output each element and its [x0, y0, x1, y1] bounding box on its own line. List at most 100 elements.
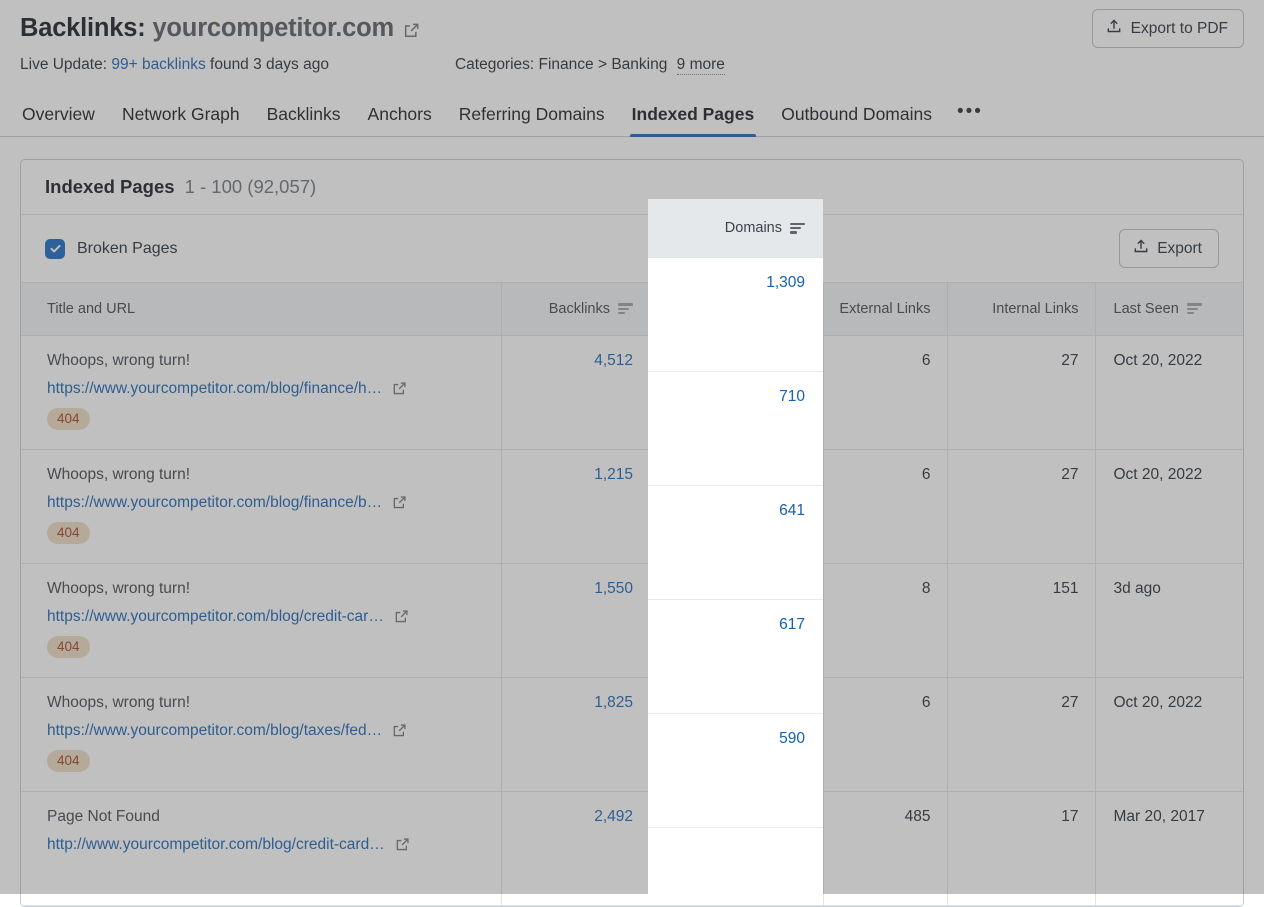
row-url-link[interactable]: https://www.yourcompetitor.com/blog/fina…	[47, 380, 382, 398]
row-url-link[interactable]: https://www.yourcompetitor.com/blog/cred…	[47, 608, 384, 626]
sort-icon[interactable]	[790, 223, 805, 234]
row-page-title: Whoops, wrong turn!	[47, 580, 485, 598]
external-link-icon[interactable]	[392, 495, 407, 510]
export-button[interactable]: Export	[1119, 229, 1219, 268]
cell-external-links: 6	[823, 677, 947, 791]
card-title: Indexed Pages	[45, 176, 175, 198]
cell-backlinks[interactable]: 1,215	[501, 449, 647, 563]
column-label: Last Seen	[1114, 301, 1179, 317]
row-url-link[interactable]: https://www.yourcompetitor.com/blog/fina…	[47, 494, 382, 512]
row-page-title: Whoops, wrong turn!	[47, 352, 485, 370]
cell-backlinks[interactable]: 1,825	[501, 677, 647, 791]
cell-internal-links: 27	[947, 677, 1095, 791]
external-link-icon[interactable]	[394, 609, 409, 624]
cell-internal-links: 151	[947, 563, 1095, 677]
app-root: Backlinks: yourcompetitor.com Live Updat…	[0, 0, 1264, 894]
status-badge: 404	[47, 408, 90, 430]
categories: Categories: Finance > Banking 9 more	[455, 56, 725, 74]
tab-anchors[interactable]: Anchors	[366, 104, 434, 136]
tab-referring-domains[interactable]: Referring Domains	[457, 104, 607, 136]
cell-title-and-url: Page Not Found http://www.yourcompetitor.…	[21, 791, 501, 905]
status-badge: 404	[47, 636, 90, 658]
cell-title-and-url: Whoops, wrong turn! https://www.yourcompe…	[21, 563, 501, 677]
spotlight-column-label: Domains	[725, 220, 782, 236]
column-label: External Links	[839, 301, 930, 317]
row-url-line: https://www.yourcompetitor.com/blog/fina…	[47, 380, 485, 398]
cell-title-and-url: Whoops, wrong turn! https://www.yourcompe…	[21, 449, 501, 563]
table-row: Whoops, wrong turn! https://www.yourcompe…	[21, 563, 1243, 677]
row-page-title: Whoops, wrong turn!	[47, 694, 485, 712]
tabs-overflow-icon[interactable]: •••	[957, 101, 983, 136]
meta-row: Live Update: 99+ backlinks found 3 days …	[20, 56, 1244, 74]
upload-icon	[1133, 238, 1149, 259]
row-page-title: Whoops, wrong turn!	[47, 466, 485, 484]
broken-pages-checkbox[interactable]: Broken Pages	[45, 239, 178, 259]
domains-column-spotlight: Domains 1,309710641617590	[648, 199, 823, 894]
row-url-line: https://www.yourcompetitor.com/blog/taxe…	[47, 722, 485, 740]
row-url-line: https://www.yourcompetitor.com/blog/fina…	[47, 494, 485, 512]
live-update-suffix: found 3 days ago	[210, 56, 329, 73]
page-header: Backlinks: yourcompetitor.com Live Updat…	[0, 0, 1264, 74]
cell-external-links: 6	[823, 449, 947, 563]
card-header: Indexed Pages 1 - 100 (92,057)	[21, 160, 1243, 215]
column-header-backlinks[interactable]: Backlinks	[501, 283, 647, 335]
live-update-link[interactable]: 99+ backlinks	[111, 56, 205, 73]
column-header-last-seen[interactable]: Last Seen	[1095, 283, 1243, 335]
spotlight-domains-value[interactable]: 1,309	[648, 258, 823, 372]
external-link-icon[interactable]	[392, 381, 407, 396]
categories-label: Categories: Finance > Banking	[455, 56, 667, 73]
cell-external-links: 8	[823, 563, 947, 677]
external-link-icon[interactable]	[395, 837, 410, 852]
spotlight-domains-value[interactable]: 590	[648, 714, 823, 828]
indexed-pages-card: Indexed Pages 1 - 100 (92,057) Broken Pa…	[20, 159, 1244, 907]
table-header-row: Title and URL Backlinks Domains	[21, 283, 1243, 335]
spotlight-domains-value[interactable]: 641	[648, 486, 823, 600]
row-url-link[interactable]: https://www.yourcompetitor.com/blog/taxe…	[47, 722, 382, 740]
table-row: Whoops, wrong turn! https://www.yourcompe…	[21, 677, 1243, 791]
row-page-title: Page Not Found	[47, 808, 485, 826]
sort-icon[interactable]	[618, 303, 633, 314]
filter-bar: Broken Pages Export	[21, 215, 1243, 283]
column-label: Title and URL	[47, 301, 135, 317]
cell-last-seen: Oct 20, 2022	[1095, 335, 1243, 449]
external-link-icon[interactable]	[392, 723, 407, 738]
cell-external-links: 6	[823, 335, 947, 449]
spotlight-rows: 1,309710641617590	[648, 258, 823, 828]
row-url-line: http://www.yourcompetitor.com/blog/credi…	[47, 836, 485, 854]
column-label: Backlinks	[549, 301, 610, 317]
title-row: Backlinks: yourcompetitor.com	[20, 14, 1244, 43]
table-body: Whoops, wrong turn! https://www.yourcompe…	[21, 335, 1243, 905]
cell-internal-links: 27	[947, 449, 1095, 563]
live-update-prefix: Live Update:	[20, 56, 107, 73]
tab-backlinks[interactable]: Backlinks	[265, 104, 343, 136]
table-row: Whoops, wrong turn! https://www.yourcompe…	[21, 335, 1243, 449]
cell-last-seen: Oct 20, 2022	[1095, 449, 1243, 563]
export-to-pdf-button[interactable]: Export to PDF	[1092, 9, 1244, 48]
upload-icon	[1106, 18, 1122, 39]
cell-backlinks[interactable]: 1,550	[501, 563, 647, 677]
external-link-icon[interactable]	[403, 18, 420, 39]
live-update: Live Update: 99+ backlinks found 3 days …	[20, 56, 329, 74]
tab-outbound-domains[interactable]: Outbound Domains	[779, 104, 934, 136]
cell-backlinks[interactable]: 2,492	[501, 791, 647, 905]
categories-more-link[interactable]: 9 more	[677, 56, 725, 75]
column-header-external-links[interactable]: External Links	[823, 283, 947, 335]
spotlight-domains-value[interactable]: 710	[648, 372, 823, 486]
tab-network-graph[interactable]: Network Graph	[120, 104, 242, 136]
status-badge: 404	[47, 750, 90, 772]
export-to-pdf-label: Export to PDF	[1131, 20, 1228, 38]
cell-backlinks[interactable]: 4,512	[501, 335, 647, 449]
spotlight-domains-value[interactable]: 617	[648, 600, 823, 714]
table-header: Title and URL Backlinks Domains	[21, 283, 1243, 335]
cell-internal-links: 17	[947, 791, 1095, 905]
column-header-title-and-url[interactable]: Title and URL	[21, 283, 501, 335]
cell-last-seen: 3d ago	[1095, 563, 1243, 677]
spotlight-column-header-domains[interactable]: Domains	[648, 199, 823, 258]
sort-icon[interactable]	[1187, 303, 1202, 314]
page-title-domain: yourcompetitor.com	[152, 14, 394, 42]
tab-overview[interactable]: Overview	[20, 104, 97, 136]
status-badge: 404	[47, 522, 90, 544]
tab-indexed-pages[interactable]: Indexed Pages	[630, 104, 757, 136]
column-header-internal-links[interactable]: Internal Links	[947, 283, 1095, 335]
row-url-link[interactable]: http://www.yourcompetitor.com/blog/credi…	[47, 836, 385, 854]
